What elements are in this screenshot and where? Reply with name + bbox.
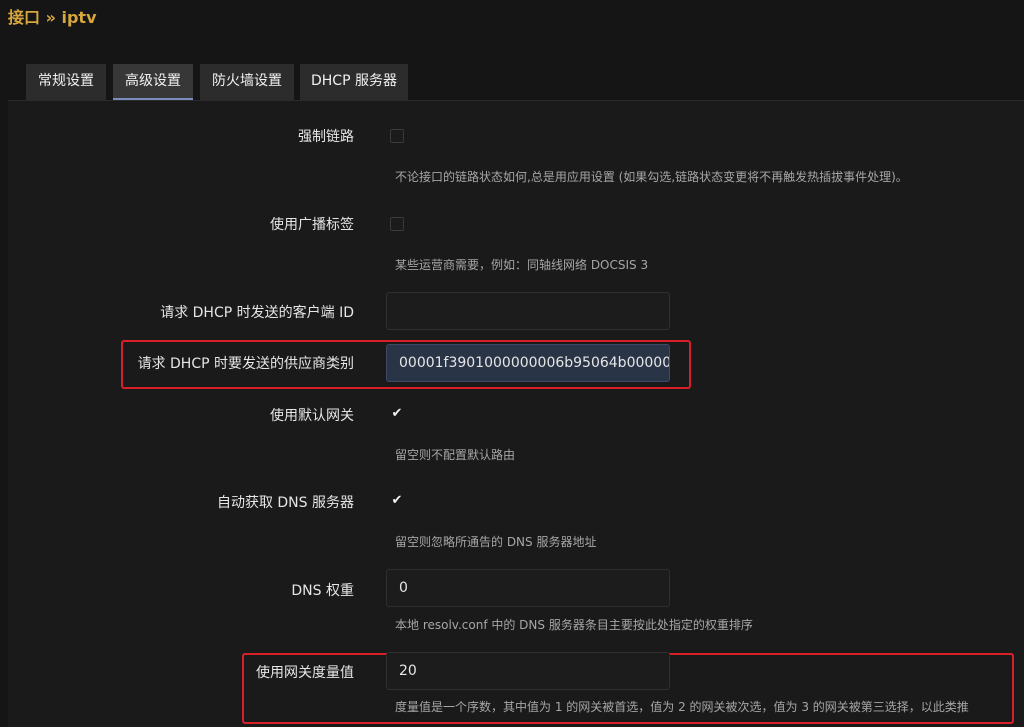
- default-gateway-label: 使用默认网关: [270, 408, 354, 424]
- tab-advanced[interactable]: 高级设置: [113, 64, 193, 100]
- tab-dhcp-server[interactable]: DHCP 服务器: [300, 64, 408, 100]
- metric-label: 使用网关度量值: [256, 665, 354, 681]
- metric-description: 度量值是一个序数，其中值为 1 的网关被首选，值为 2 的网关被次选，值为 3 …: [395, 700, 969, 714]
- default-gateway-description: 留空则不配置默认路由: [395, 448, 516, 462]
- force-link-checkbox[interactable]: [390, 129, 404, 143]
- tab-general[interactable]: 常规设置: [26, 64, 106, 100]
- vendor-class-label: 请求 DHCP 时要发送的供应商类别: [137, 356, 354, 372]
- vendor-class-input[interactable]: 00001f3901000000006b95064b000000: [386, 344, 670, 382]
- peer-dns-label: 自动获取 DNS 服务器: [216, 495, 354, 511]
- peer-dns-description: 留空则忽略所通告的 DNS 服务器地址: [395, 535, 597, 549]
- broadcast-flag-description: 某些运营商需要，例如：同轴线网络 DOCSIS 3: [395, 258, 649, 272]
- page-title: 接口 » iptv: [8, 8, 97, 27]
- force-link-description: 不论接口的链路状态如何,总是用应用设置 (如果勾选,链路状态变更将不再触发热插拔…: [395, 170, 908, 184]
- dns-weight-label: DNS 权重: [291, 583, 354, 599]
- broadcast-flag-checkbox[interactable]: [390, 217, 404, 231]
- metric-input[interactable]: 20: [386, 652, 670, 690]
- client-id-label: 请求 DHCP 时发送的客户端 ID: [160, 305, 354, 321]
- dns-weight-description: 本地 resolv.conf 中的 DNS 服务器条目主要按此处指定的权重排序: [395, 618, 753, 632]
- broadcast-flag-label: 使用广播标签: [270, 217, 354, 233]
- force-link-label: 强制链路: [298, 129, 354, 145]
- page: 接口 » iptv 常规设置 高级设置 防火墙设置 DHCP 服务器 强制链路 …: [0, 0, 1024, 727]
- peer-dns-checkbox[interactable]: ✔: [390, 494, 404, 508]
- tab-firewall[interactable]: 防火墙设置: [200, 64, 294, 100]
- default-gateway-checkbox[interactable]: ✔: [390, 407, 404, 421]
- client-id-input[interactable]: [386, 292, 670, 330]
- dns-weight-input[interactable]: 0: [386, 569, 670, 607]
